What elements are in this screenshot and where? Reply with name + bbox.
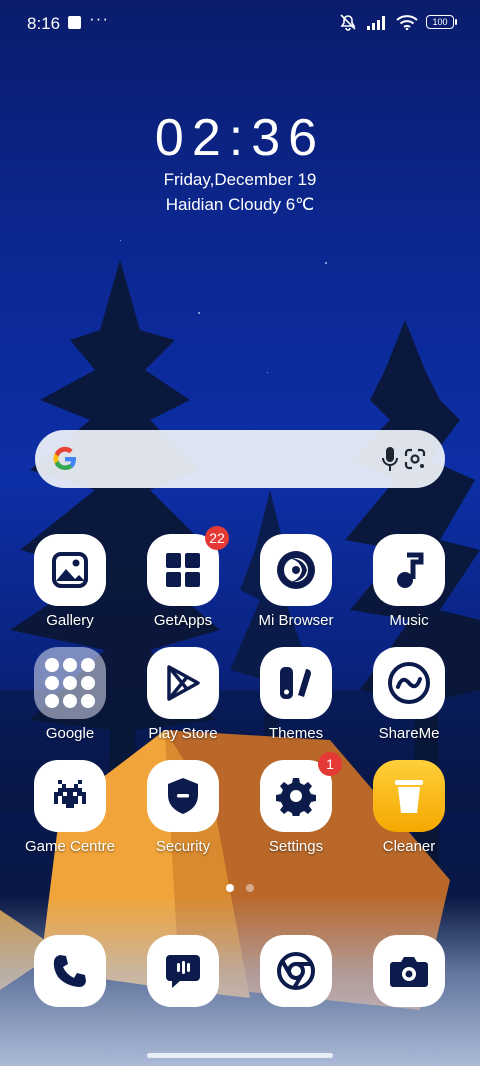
drive-icon <box>63 676 77 690</box>
chrome-icon <box>260 935 332 1007</box>
dock-camera[interactable] <box>373 935 445 1007</box>
status-time: 8:16 <box>27 14 61 33</box>
google-app-icon <box>45 658 59 672</box>
google-folder-icon <box>34 647 106 719</box>
notification-badge: 22 <box>205 526 229 550</box>
themes-icon <box>260 647 332 719</box>
mi-browser-icon <box>260 534 332 606</box>
messages-icon <box>147 935 219 1007</box>
app-themes[interactable]: Themes <box>240 647 352 742</box>
dock-chrome[interactable] <box>260 935 332 1007</box>
meet-icon <box>45 694 59 708</box>
app-label: Music <box>389 612 429 629</box>
battery-icon: 100 <box>426 15 457 29</box>
google-g-icon <box>53 446 76 471</box>
app-security[interactable]: Security <box>127 760 239 855</box>
maps-icon <box>81 658 95 672</box>
play-movies-icon <box>81 676 95 690</box>
app-game-centre[interactable]: Game Centre <box>14 760 126 855</box>
app-mi-browser[interactable]: Mi Browser <box>240 534 352 629</box>
app-label: Google <box>45 725 95 742</box>
app-cleaner[interactable]: Cleaner <box>353 760 465 855</box>
notification-square-icon <box>68 16 81 29</box>
app-music[interactable]: Music <box>353 534 465 629</box>
play-store-icon <box>147 647 219 719</box>
app-label: Settings <box>268 838 324 855</box>
app-label: Security <box>155 838 211 855</box>
cleaner-trash-icon <box>373 760 445 832</box>
app-getapps[interactable]: 22 GetApps <box>127 526 239 629</box>
app-label: GetApps <box>153 612 213 629</box>
google-search-bar[interactable] <box>35 430 445 488</box>
app-settings[interactable]: 1 Settings <box>240 752 352 855</box>
weather-summary[interactable]: Haidian Cloudy 6℃ <box>0 195 480 215</box>
app-label: ShareMe <box>378 725 440 742</box>
getapps-icon: 22 <box>147 526 229 606</box>
dock-messages[interactable] <box>147 935 219 1007</box>
page-dot-active <box>226 884 234 892</box>
clock-time[interactable]: 02:36 <box>0 108 480 168</box>
app-label: Mi Browser <box>258 612 334 629</box>
wifi-icon <box>396 15 418 30</box>
photos-icon <box>63 694 77 708</box>
app-label: Themes <box>268 725 324 742</box>
game-centre-icon <box>34 760 106 832</box>
camera-icon <box>373 935 445 1007</box>
battery-level: 100 <box>432 17 448 27</box>
files-icon <box>81 694 95 708</box>
gmail-icon <box>63 658 77 672</box>
home-gesture-bar[interactable] <box>147 1053 333 1058</box>
dock-phone[interactable] <box>34 935 106 1007</box>
signal-icon <box>367 15 385 30</box>
shareme-icon <box>373 647 445 719</box>
security-shield-icon <box>147 760 219 832</box>
status-bar: 8:16 ··· 100 <box>0 0 480 46</box>
google-lens-icon[interactable] <box>403 447 427 471</box>
app-shareme[interactable]: ShareMe <box>353 647 465 742</box>
youtube-icon <box>45 676 59 690</box>
notification-badge: 1 <box>318 752 342 776</box>
clock-date[interactable]: Friday,December 19 <box>0 170 480 190</box>
app-gallery[interactable]: Gallery <box>14 534 126 629</box>
more-dots-icon: ··· <box>89 9 109 28</box>
folder-google[interactable]: Google <box>14 647 126 742</box>
app-label: Game Centre <box>24 838 116 855</box>
settings-gear-icon: 1 <box>260 752 342 832</box>
app-label: Gallery <box>46 612 94 629</box>
music-note-icon <box>373 534 445 606</box>
page-indicator[interactable] <box>0 884 480 892</box>
mute-icon <box>340 14 356 31</box>
page-dot <box>246 884 254 892</box>
app-label: Play Store <box>148 725 218 742</box>
phone-icon <box>34 935 106 1007</box>
app-label: Cleaner <box>382 838 436 855</box>
microphone-icon[interactable] <box>381 446 399 472</box>
gallery-icon <box>34 534 106 606</box>
app-play-store[interactable]: Play Store <box>127 647 239 742</box>
